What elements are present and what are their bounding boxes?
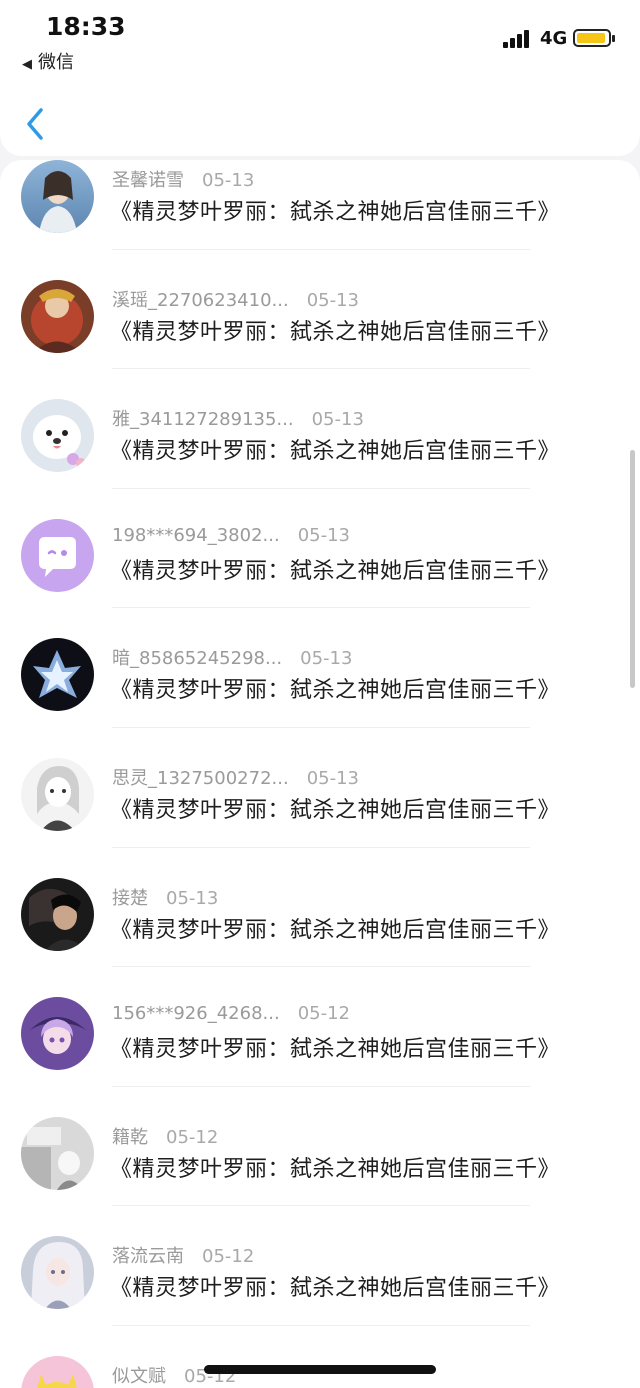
avatar[interactable]	[21, 997, 94, 1071]
signal-icon	[503, 30, 533, 48]
message-date: 05-13	[311, 409, 364, 431]
message-date: 05-13	[166, 887, 219, 909]
user-name: 落流云南	[112, 1246, 184, 1268]
nav-bar	[0, 80, 640, 156]
message-text: 《精灵梦叶罗丽：弑杀之神她后宫佳丽三千》	[110, 917, 561, 943]
list-item[interactable]: 156***926_4268... 05-12 《精灵梦叶罗丽：弑杀之神她后宫佳丽…	[0, 967, 640, 1087]
message-date: 05-13	[306, 767, 359, 789]
avatar[interactable]	[21, 399, 94, 473]
message-date: 05-13	[297, 524, 350, 546]
avatar[interactable]	[21, 1355, 94, 1388]
back-button[interactable]	[18, 104, 52, 144]
user-name: 溪瑶_2270623410...	[112, 289, 289, 311]
message-text: 《精灵梦叶罗丽：弑杀之神她后宫佳丽三千》	[110, 1276, 561, 1302]
back-to-app-link[interactable]: ◀ 微信	[22, 48, 74, 74]
message-date: 05-13	[202, 170, 255, 191]
list-item[interactable]: 雅_341127289135... 05-13 《精灵梦叶罗丽：弑杀之神她后宫佳丽…	[0, 369, 640, 489]
avatar[interactable]	[21, 757, 94, 831]
user-name: 暗_85865245298...	[112, 648, 283, 670]
user-name: 思灵_1327500272...	[112, 767, 289, 789]
message-date: 05-12	[166, 1126, 219, 1148]
message-text: 《精灵梦叶罗丽：弑杀之神她后宫佳丽三千》	[110, 319, 561, 345]
user-name: 圣馨诺雪	[112, 170, 184, 191]
user-name: 接楚	[112, 887, 148, 909]
status-bar: 18:33 ◀ 微信 4G	[0, 0, 640, 80]
status-time: 18:33	[46, 12, 126, 41]
list-item[interactable]: 思灵_1327500272... 05-13 《精灵梦叶罗丽：弑杀之神她后宫佳丽三…	[0, 728, 640, 848]
message-text: 《精灵梦叶罗丽：弑杀之神她后宫佳丽三千》	[110, 200, 561, 225]
avatar[interactable]	[21, 279, 94, 353]
avatar[interactable]	[21, 518, 94, 592]
battery-icon	[573, 29, 615, 47]
message-text: 《精灵梦叶罗丽：弑杀之神她后宫佳丽三千》	[110, 1156, 561, 1182]
home-indicator[interactable]	[204, 1365, 436, 1374]
list-item[interactable]: 籍乾 05-12 《精灵梦叶罗丽：弑杀之神她后宫佳丽三千》	[0, 1087, 640, 1207]
scrollbar[interactable]	[630, 450, 635, 688]
avatar[interactable]	[21, 877, 94, 951]
avatar[interactable]	[21, 638, 94, 712]
list-item[interactable]: 圣馨诺雪 05-13 《精灵梦叶罗丽：弑杀之神她后宫佳丽三千》	[0, 160, 640, 250]
list-item[interactable]: 暗_85865245298... 05-13 《精灵梦叶罗丽：弑杀之神她后宫佳丽三…	[0, 608, 640, 728]
message-text: 《精灵梦叶罗丽：弑杀之神她后宫佳丽三千》	[110, 678, 561, 704]
message-date: 05-12	[202, 1246, 255, 1268]
list-item[interactable]: 198***694_3802... 05-13 《精灵梦叶罗丽：弑杀之神她后宫佳丽…	[0, 489, 640, 609]
avatar[interactable]	[21, 160, 94, 233]
message-card: 圣馨诺雪 05-13 《精灵梦叶罗丽：弑杀之神她后宫佳丽三千》 溪瑶_227062…	[0, 160, 640, 1388]
list-item[interactable]: 溪瑶_2270623410... 05-13 《精灵梦叶罗丽：弑杀之神她后宫佳丽三…	[0, 250, 640, 370]
avatar[interactable]	[21, 1116, 94, 1190]
back-triangle-icon: ◀	[22, 57, 32, 72]
message-text: 《精灵梦叶罗丽：弑杀之神她后宫佳丽三千》	[110, 439, 561, 465]
message-text: 《精灵梦叶罗丽：弑杀之神她后宫佳丽三千》	[110, 558, 561, 584]
message-date: 05-13	[300, 648, 353, 670]
avatar[interactable]	[21, 1236, 94, 1310]
chevron-left-icon	[27, 108, 43, 140]
user-name: 198***694_3802...	[112, 524, 280, 546]
network-type: 4G	[540, 28, 568, 49]
message-text: 《精灵梦叶罗丽：弑杀之神她后宫佳丽三千》	[110, 797, 561, 823]
user-name: 籍乾	[112, 1126, 148, 1148]
message-date: 05-12	[297, 1003, 350, 1025]
user-name: 156***926_4268...	[112, 1003, 280, 1025]
message-text: 《精灵梦叶罗丽：弑杀之神她后宫佳丽三千》	[110, 1037, 561, 1063]
back-app-label: 微信	[38, 52, 74, 73]
message-date: 05-13	[306, 289, 359, 311]
list-item[interactable]: 接楚 05-13 《精灵梦叶罗丽：弑杀之神她后宫佳丽三千》	[0, 848, 640, 968]
list-item[interactable]: 似文赋 05-12	[0, 1326, 640, 1388]
user-name: 似文赋	[112, 1365, 166, 1387]
list-item[interactable]: 落流云南 05-12 《精灵梦叶罗丽：弑杀之神她后宫佳丽三千》	[0, 1206, 640, 1326]
message-list: 圣馨诺雪 05-13 《精灵梦叶罗丽：弑杀之神她后宫佳丽三千》 溪瑶_227062…	[0, 160, 640, 1388]
user-name: 雅_341127289135...	[112, 409, 294, 431]
